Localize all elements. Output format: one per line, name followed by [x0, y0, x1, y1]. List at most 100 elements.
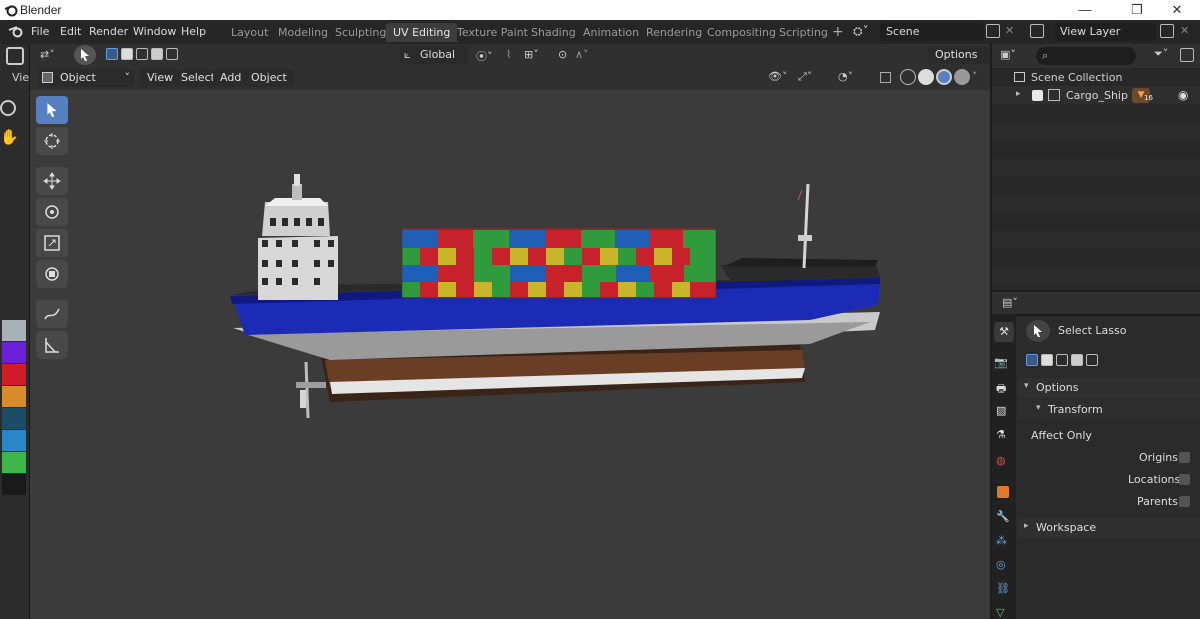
select-subtract-icon[interactable]: [136, 48, 148, 60]
outliner-search-input[interactable]: ⌕: [1036, 47, 1136, 65]
zoom-icon[interactable]: [0, 100, 16, 116]
tab-shading[interactable]: Shading: [524, 23, 583, 42]
xray-icon[interactable]: [880, 72, 891, 83]
palette-swatch[interactable]: [2, 430, 26, 451]
transform-subpanel-header[interactable]: ▾ Transform: [1018, 400, 1200, 420]
minimize-button[interactable]: —: [1062, 0, 1108, 20]
mode-subtract-icon[interactable]: [1056, 354, 1068, 366]
new-collection-icon[interactable]: [1180, 48, 1194, 62]
select-new-icon[interactable]: [106, 48, 118, 60]
proportional-edit-icon[interactable]: ⊙: [558, 48, 567, 61]
scene-icon[interactable]: ⛭˅: [853, 24, 879, 40]
palette-swatch[interactable]: [2, 474, 26, 495]
exclude-checkbox[interactable]: [1032, 90, 1043, 101]
parents-label: Parents: [1137, 495, 1178, 508]
view-layer-icon[interactable]: [1030, 24, 1044, 38]
menu-file[interactable]: File: [25, 24, 55, 40]
material-shading-icon[interactable]: [936, 69, 952, 85]
cargo-ship-model[interactable]: [30, 90, 990, 619]
options-dropdown[interactable]: Options ˅: [928, 46, 990, 79]
scene-name-field[interactable]: Scene: [880, 23, 984, 41]
palette-swatch[interactable]: [2, 364, 26, 385]
view-layer-tab-icon[interactable]: ▧: [996, 404, 1006, 417]
blender-menu-icon[interactable]: [8, 25, 24, 39]
object-mode-dropdown[interactable]: Object Mode ˅: [38, 69, 134, 102]
transform-orientation-dropdown[interactable]: Global ⟀: [400, 46, 468, 64]
tab-rendering[interactable]: Rendering: [639, 23, 709, 42]
outliner-editor-type-icon[interactable]: ▣˅: [1000, 48, 1022, 64]
mode-set-icon[interactable]: [1026, 354, 1038, 366]
transform-pivot-icon[interactable]: ⇄˅: [40, 48, 64, 62]
scene-tab-icon[interactable]: ⚗: [996, 428, 1006, 441]
eye-visibility-icon[interactable]: ◉: [1178, 88, 1188, 102]
solid-shading-icon[interactable]: [918, 69, 934, 85]
object-tab-icon[interactable]: [997, 486, 1009, 498]
tab-sculpting[interactable]: Sculpting: [328, 23, 393, 42]
overlay-icon[interactable]: ◔˅: [838, 70, 853, 83]
palette-swatch[interactable]: [2, 386, 26, 407]
3d-viewport[interactable]: [30, 90, 990, 619]
mode-difference-icon[interactable]: [1071, 354, 1083, 366]
delete-scene-icon[interactable]: ✕: [1005, 24, 1014, 37]
particles-tab-icon[interactable]: ⁂: [996, 534, 1007, 547]
locations-checkbox[interactable]: [1179, 474, 1190, 485]
palette-swatch[interactable]: [2, 320, 26, 341]
properties-editor-type-icon[interactable]: ▤˅: [1002, 296, 1024, 310]
select-lasso-tool-icon[interactable]: [74, 45, 96, 65]
selection-mode-buttons[interactable]: [106, 48, 178, 60]
view-menu-cut[interactable]: Vie: [12, 71, 29, 84]
constraints-tab-icon[interactable]: ⛓: [996, 582, 1010, 595]
tab-uv-editing[interactable]: UV Editing: [386, 23, 458, 42]
menu-add[interactable]: Add: [213, 69, 249, 87]
world-tab-icon[interactable]: ◍: [996, 454, 1006, 467]
gizmo-icon[interactable]: ⤢˅: [798, 70, 812, 84]
delete-view-layer-icon[interactable]: ✕: [1180, 24, 1189, 37]
menu-object[interactable]: Object: [244, 69, 294, 87]
add-workspace-button[interactable]: +: [825, 23, 851, 42]
scene-collection-row[interactable]: Scene Collection: [992, 68, 1200, 86]
new-view-layer-icon[interactable]: [1160, 24, 1174, 38]
menu-help[interactable]: Help: [175, 24, 212, 40]
tab-modeling[interactable]: Modeling: [271, 23, 335, 42]
modifier-tab-icon[interactable]: 🔧: [996, 510, 1010, 523]
physics-tab-icon[interactable]: ◎: [996, 558, 1006, 571]
select-intersect-icon[interactable]: [166, 48, 178, 60]
tool-tab-icon[interactable]: ⚒: [994, 322, 1014, 342]
shading-mode-buttons[interactable]: [900, 69, 970, 85]
tab-animation[interactable]: Animation: [576, 23, 646, 42]
output-tab-icon[interactable]: 🖶: [996, 380, 1006, 399]
visibility-icon[interactable]: 👁˅: [768, 70, 787, 83]
parents-checkbox[interactable]: [1179, 496, 1190, 507]
wireframe-shading-icon[interactable]: [900, 69, 916, 85]
options-panel-header[interactable]: ▾ Options: [1018, 378, 1200, 398]
palette-swatch[interactable]: [2, 342, 26, 363]
select-invert-icon[interactable]: [151, 48, 163, 60]
snap-icon[interactable]: ⌇: [506, 48, 511, 61]
tab-compositing[interactable]: Compositing: [700, 23, 783, 42]
tab-layout[interactable]: Layout: [224, 23, 275, 42]
tool-selection-mode-buttons[interactable]: [1026, 354, 1098, 366]
snap-target-icon[interactable]: ⊞˅: [524, 48, 539, 61]
proportional-falloff-icon[interactable]: ∧˅: [575, 48, 589, 61]
mode-intersect-icon[interactable]: [1086, 354, 1098, 366]
pivot-point-icon[interactable]: ⦿˅: [476, 48, 493, 64]
mode-extend-icon[interactable]: [1041, 354, 1053, 366]
close-button[interactable]: ✕: [1154, 0, 1200, 20]
tab-texture-paint[interactable]: Texture Paint: [450, 23, 535, 42]
origins-checkbox[interactable]: [1179, 452, 1190, 463]
editor-type-icon[interactable]: [6, 47, 24, 65]
shading-options-icon[interactable]: ˅: [972, 70, 978, 83]
cargo-ship-row[interactable]: ▸ Cargo_Ship ▼ 16 ◉: [992, 86, 1200, 104]
palette-swatch[interactable]: [2, 408, 26, 429]
data-tab-icon[interactable]: ▽: [996, 606, 1004, 619]
select-extend-icon[interactable]: [121, 48, 133, 60]
expand-arrow-icon[interactable]: ▸: [1016, 89, 1021, 99]
workspace-panel-header[interactable]: ▸ Workspace: [1018, 518, 1200, 538]
view-layer-field[interactable]: View Layer: [1054, 23, 1156, 41]
palette-swatch[interactable]: [2, 452, 26, 473]
rendered-shading-icon[interactable]: [954, 69, 970, 85]
new-scene-icon[interactable]: [986, 24, 1000, 38]
pan-hand-icon[interactable]: ✋: [0, 128, 19, 146]
filter-icon[interactable]: ⏷˅: [1154, 47, 1168, 61]
render-tab-icon[interactable]: 📷: [994, 356, 1008, 369]
